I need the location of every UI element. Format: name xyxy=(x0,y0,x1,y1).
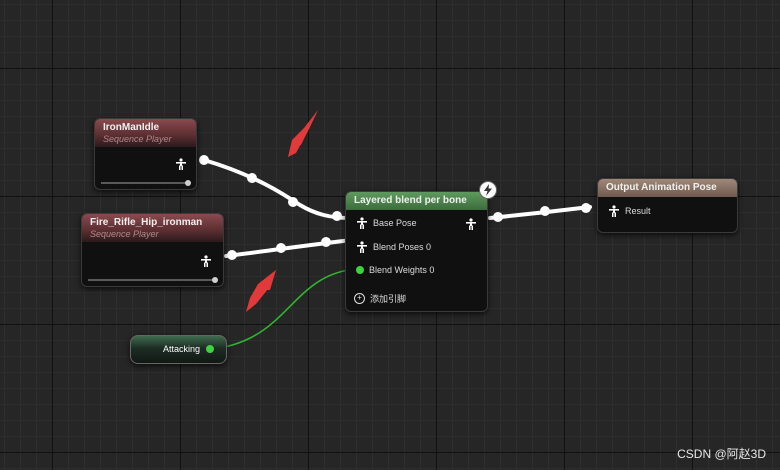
node-header: Layered blend per bone xyxy=(346,192,487,210)
slider-knob[interactable] xyxy=(185,180,191,186)
bool-pin-icon[interactable] xyxy=(206,345,214,353)
wire-knot xyxy=(332,211,342,221)
node-output-animation-pose[interactable]: Output Animation Pose Result xyxy=(597,178,738,233)
node-header: IronManIdle Sequence Player xyxy=(95,119,196,147)
pose-icon[interactable] xyxy=(608,205,620,217)
pose-icon[interactable] xyxy=(356,241,368,253)
wire-knot xyxy=(581,203,591,213)
wire-idle-to-base-pose[interactable] xyxy=(202,158,352,220)
watermark: CSDN @阿赵3D xyxy=(677,447,766,461)
slider-knob[interactable] xyxy=(212,277,218,283)
pin-label: Base Pose xyxy=(373,218,417,228)
add-pin-icon[interactable]: + xyxy=(354,292,365,304)
wire-knot xyxy=(493,212,503,222)
node-layered-blend-per-bone[interactable]: Layered blend per bone Base Pose Blend P… xyxy=(345,191,488,312)
add-pin-label: 添加引脚 xyxy=(370,293,407,304)
pin-blend-weights-0[interactable]: Blend Weights 0 xyxy=(356,262,434,278)
wire-knot xyxy=(540,206,550,216)
node-header: Fire_Rifle_Hip_ironman Sequence Player xyxy=(82,214,223,242)
pose-icon[interactable] xyxy=(200,254,212,267)
node-header: Output Animation Pose xyxy=(598,179,737,197)
bool-pin-icon[interactable] xyxy=(356,266,364,274)
node-attacking-variable[interactable]: Attacking xyxy=(130,335,227,364)
wire-fire-to-blend-poses[interactable] xyxy=(224,238,354,258)
wire-blend-to-result[interactable] xyxy=(488,205,592,220)
play-rate-slider[interactable] xyxy=(101,180,191,186)
add-pin-button[interactable]: + 添加引脚 xyxy=(354,290,406,306)
node-title: Output Animation Pose xyxy=(606,182,717,193)
wire-knot xyxy=(321,237,331,247)
wire-knot xyxy=(227,250,237,260)
wire-knot xyxy=(276,243,286,253)
pin-result[interactable]: Result xyxy=(608,203,651,219)
lightning-icon xyxy=(479,181,497,199)
node-title: Layered blend per bone xyxy=(354,195,467,206)
pin-label: Result xyxy=(625,206,651,216)
annotation-arrow-icon xyxy=(246,270,276,312)
node-subtitle: Sequence Player xyxy=(103,134,172,144)
pin-base-pose[interactable]: Base Pose xyxy=(356,215,417,231)
node-iron-man-idle[interactable]: IronManIdle Sequence Player xyxy=(94,118,197,190)
play-rate-slider[interactable] xyxy=(88,277,218,283)
pin-label: Blend Weights 0 xyxy=(369,265,435,275)
node-title: IronManIdle xyxy=(103,122,160,133)
wire-knot xyxy=(288,197,298,207)
wire-attacking-to-blend-weights[interactable] xyxy=(211,268,357,350)
wire-knot xyxy=(199,155,209,165)
pose-icon[interactable] xyxy=(356,217,368,229)
node-title: Fire_Rifle_Hip_ironman xyxy=(90,217,203,228)
pose-icon[interactable] xyxy=(175,157,187,170)
pin-label: Blend Poses 0 xyxy=(373,242,432,252)
node-subtitle: Sequence Player xyxy=(90,229,159,239)
variable-label: Attacking xyxy=(163,344,201,354)
pose-icon[interactable] xyxy=(465,217,477,230)
node-fire-rifle-hip-ironman[interactable]: Fire_Rifle_Hip_ironman Sequence Player xyxy=(81,213,224,287)
annotation-arrow-icon xyxy=(288,110,318,157)
pin-blend-poses-0[interactable]: Blend Poses 0 xyxy=(356,239,431,255)
wire-knot xyxy=(247,173,257,183)
